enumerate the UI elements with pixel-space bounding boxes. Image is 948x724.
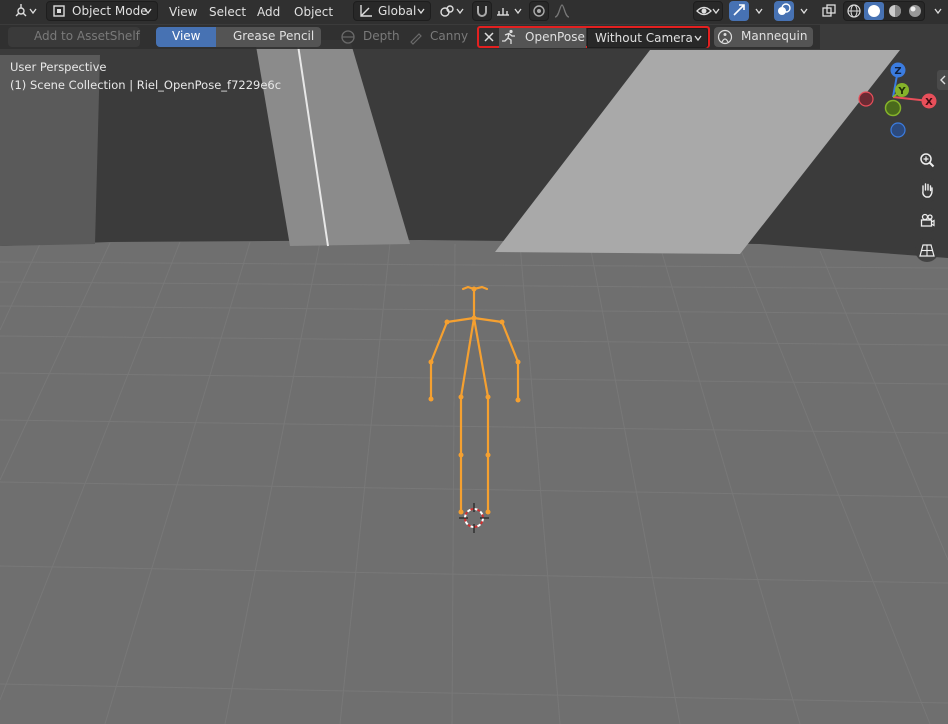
viewport-header: Object Mode View Select Add Object Globa…: [0, 0, 948, 24]
solid-shading-icon: [868, 5, 880, 17]
canny-brush-icon: [410, 33, 422, 45]
pan-button[interactable]: [915, 178, 939, 202]
menu-select[interactable]: Select: [203, 3, 252, 21]
xray-icon: [822, 4, 836, 17]
menu-view[interactable]: View: [163, 3, 203, 21]
depth-button[interactable]: Depth: [338, 27, 402, 47]
svg-text:X: X: [925, 97, 933, 108]
mode-dropdown[interactable]: Object Mode: [46, 1, 158, 21]
chevron-down-icon: [417, 8, 425, 15]
gizmo-options-button[interactable]: [750, 2, 768, 22]
material-shading-icon[interactable]: [887, 3, 903, 19]
canny-button[interactable]: Canny: [406, 27, 470, 47]
chevron-down-icon: [755, 8, 763, 15]
snap-increment-icon: [497, 8, 509, 16]
camera-mode-dropdown[interactable]: Without Camera: [587, 28, 708, 48]
chevron-down-icon: [514, 8, 522, 15]
chevron-down-icon: [712, 8, 720, 15]
scene-render: [0, 0, 948, 724]
close-icon: [484, 32, 494, 42]
camera-icon: [920, 213, 935, 227]
camera-view-button[interactable]: [915, 208, 939, 232]
svg-text:Y: Y: [897, 86, 906, 97]
gizmo-toggle[interactable]: [729, 1, 749, 21]
proportional-editing-toggle[interactable]: [529, 1, 549, 21]
overlays-options-button[interactable]: [795, 2, 813, 22]
falloff-curve-icon: [554, 4, 570, 18]
mode-label: Object Mode: [72, 4, 148, 18]
ortho-toggle-button[interactable]: [915, 238, 939, 262]
shading-options-button[interactable]: [929, 2, 947, 22]
viewport-info: User Perspective (1) Scene Collection | …: [10, 58, 281, 94]
axis-editor-icon: [15, 4, 27, 17]
chevron-down-icon: [694, 35, 702, 42]
mannequin-icon: [717, 29, 733, 45]
chevron-down-icon: [800, 8, 808, 15]
chevron-down-icon: [144, 8, 152, 15]
hand-icon: [922, 183, 933, 198]
menu-object[interactable]: Object: [288, 3, 339, 21]
transform-orientation-dropdown[interactable]: Global: [353, 1, 431, 21]
collection-label: (1) Scene Collection | Riel_OpenPose_f72…: [10, 78, 282, 92]
add-to-assetshelf-button[interactable]: Add to AssetShelf: [8, 27, 140, 47]
openpose-button[interactable]: OpenPose: [499, 28, 586, 48]
link-icon: [440, 5, 454, 17]
chevron-down-icon: [29, 8, 37, 15]
navigation-gizmo[interactable]: Z Y X: [854, 58, 944, 142]
overlays-toggle[interactable]: [774, 1, 794, 21]
neg-z-axis-icon: [890, 122, 906, 138]
rendered-shading-icon[interactable]: [907, 3, 923, 19]
eye-icon: [696, 6, 712, 16]
proportional-edit-icon: [533, 5, 545, 17]
mannequin-button[interactable]: Mannequin: [714, 27, 813, 47]
object-mode-icon: [53, 5, 65, 17]
tab-view[interactable]: View: [156, 27, 216, 47]
xray-toggle[interactable]: [819, 2, 839, 22]
3d-viewport[interactable]: Object Mode View Select Add Object Globa…: [0, 0, 948, 724]
zoom-button[interactable]: [915, 148, 939, 172]
grid-icon: [919, 244, 935, 257]
neg-y-axis-icon: [884, 99, 902, 117]
perspective-label: User Perspective: [10, 60, 107, 74]
magnet-icon: [477, 6, 487, 17]
pivot-point-button[interactable]: [437, 2, 467, 22]
snap-target-button[interactable]: [493, 2, 525, 22]
orientation-icon: [360, 5, 372, 17]
neg-x-axis-icon: [858, 91, 874, 107]
openpose-close-button[interactable]: [480, 28, 498, 48]
running-figure-icon: [502, 29, 515, 44]
menu-add[interactable]: Add: [251, 3, 286, 21]
chevron-down-icon: [456, 8, 464, 15]
falloff-button[interactable]: [551, 2, 579, 22]
editor-type-button[interactable]: [8, 2, 40, 22]
gizmo-arrow-icon: [733, 4, 745, 16]
chevron-down-icon: [934, 8, 942, 15]
solid-shading-button[interactable]: [864, 2, 884, 20]
zoom-icon: [920, 153, 935, 168]
tab-grease-pencil[interactable]: Grease Pencil: [216, 27, 321, 47]
orientation-label: Global: [378, 4, 417, 18]
visibility-toggle[interactable]: [693, 1, 723, 21]
depth-icon: [341, 30, 355, 44]
wireframe-shading-icon[interactable]: [846, 3, 862, 19]
overlays-icon: [778, 3, 791, 15]
addon-toolbar: Add to AssetShelf View Grease Pencil Dep…: [0, 25, 820, 49]
shading-mode-group: [843, 1, 925, 21]
snap-toggle[interactable]: [472, 1, 492, 21]
svg-text:Z: Z: [894, 66, 901, 77]
